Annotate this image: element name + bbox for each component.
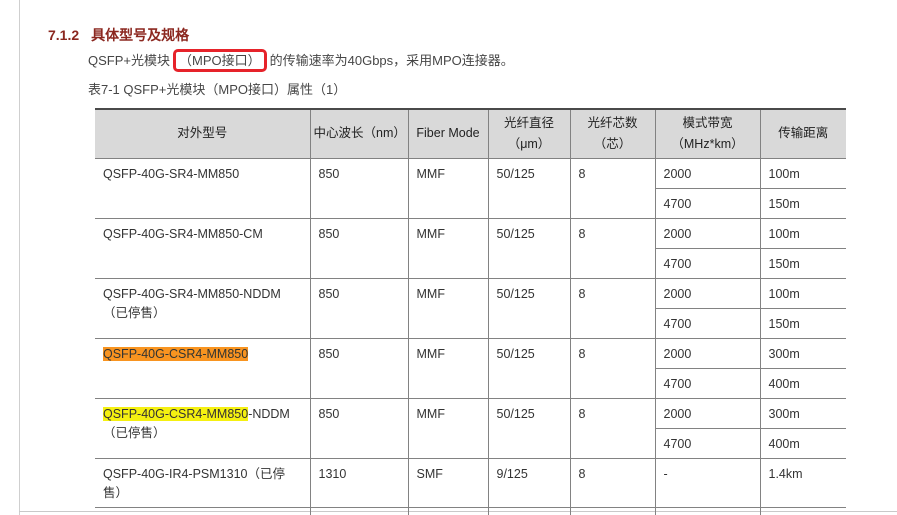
bandwidth-cell: 2000 [654,218,761,249]
cores-cell: 8 [569,278,656,339]
fiber-mode-cell: SMF [407,458,489,508]
table-row: QSFP-40G-IR4-PSM1310（已停售） 1310 SMF 9/125 8-1… [95,458,846,508]
header-bandwidth: 模式带宽（MHz*km） [654,108,761,159]
section-title: 具体型号及规格 [91,27,190,43]
bandwidth-cell: 4700 [654,428,761,459]
cores-cell: 8 [569,458,656,508]
diameter-cell: 50/125 [487,338,571,399]
header-distance: 传输距离 [759,108,846,159]
wavelength-cell: 1310 [309,458,409,508]
distance-cell: 400m [759,428,846,459]
paragraph-text-post: 的传输速率为40Gbps，采用MPO连接器。 [269,53,514,68]
distance-cell: 100m [759,218,846,249]
distance-cell: 150m [759,188,846,219]
table-row: QSFP-40G-SR4-MM850-CM 850 MMF 50/125 8 2000 10… [95,218,846,279]
bandwidth-cell: 2000 [654,278,761,309]
table-row: QSFP-40G-SR4-MM850 850 MMF 50/125 8 2000 100m [95,158,846,219]
distance-cell: 150m [759,308,846,339]
header-row: 对外型号 中心波长（nm） Fiber Mode 光纤直径（μm） 光纤芯数（芯… [95,108,846,159]
spec-table-header: 对外型号 中心波长（nm） Fiber Mode 光纤直径（μm） 光纤芯数（芯… [95,108,846,159]
distance-cell: 300m [759,338,846,369]
content-left-divider [19,0,20,515]
search-highlight: QSFP-40G-CSR4-MM850 [103,407,249,421]
model-cell: QSFP-40G-CSR4-MM850-NDDM （已停售） [95,398,311,459]
bandwidth-cell: 4700 [654,188,761,219]
model-cell: QSFP-40G-SR4-MM850-NDDM （已停售） [95,278,311,339]
bandwidth-cell: 2000 [654,158,761,189]
header-diameter: 光纤直径（μm） [487,108,571,159]
cores-cell: 8 [569,398,656,459]
cores-cell: 8 [569,158,656,219]
model-cell: QSFP-40G-SR4-MM850-CM [95,218,311,279]
diameter-cell: 50/125 [487,218,571,279]
fiber-mode-cell: MMF [407,398,489,459]
diameter-cell: 9/125 [487,458,571,508]
model-text: QSFP-40G-IR4-PSM1310（已停售） [103,467,285,500]
distance-cell: 10km [759,507,846,515]
cores-cell: 8 [569,507,656,515]
wavelength-cell: 850 [309,278,409,339]
model-cell: QSFP-40G-LR4-PSM1310 [95,507,311,515]
table-row: QSFP-40G-CSR4-MM850 850 MMF 50/125 8 2000 300m [95,338,846,399]
spec-table-body: QSFP-40G-SR4-MM850 850 MMF 50/125 8 2000 100m 4… [95,158,846,515]
fiber-mode-cell: MMF [407,278,489,339]
section-heading: 7.1.2 具体型号及规格 [48,25,189,45]
model-text: QSFP-40G-SR4-MM850-CM [103,227,263,241]
bandwidth-cell: 4700 [654,248,761,279]
cores-cell: 8 [569,338,656,399]
diameter-cell: 9/125 [487,507,571,515]
table-row: QSFP-40G-CSR4-MM850-NDDM （已停售） 850 MMF 50/1… [95,398,846,459]
distance-cell: 1.4km [759,458,846,508]
distance-cell: 150m [759,248,846,279]
spec-table: 对外型号 中心波长（nm） Fiber Mode 光纤直径（μm） 光纤芯数（芯… [95,108,846,515]
wavelength-cell: 850 [309,158,409,219]
header-wavelength: 中心波长（nm） [309,108,409,159]
bandwidth-cell: 4700 [654,308,761,339]
model-cell: QSFP-40G-IR4-PSM1310（已停售） [95,458,311,508]
intro-paragraph: QSFP+光模块 （MPO接口） 的传输速率为40Gbps，采用MPO连接器。 [88,49,514,72]
distance-cell: 400m [759,368,846,399]
wavelength-cell: 1310 [309,507,409,515]
paragraph-text-pre: QSFP+光模块 [88,53,170,68]
model-cell: QSFP-40G-SR4-MM850 [95,158,311,219]
wavelength-cell: 850 [309,398,409,459]
bandwidth-cell: - [654,507,761,515]
model-text: QSFP-40G-SR4-MM850 [103,167,240,181]
header-fiber-mode: Fiber Mode [407,108,489,159]
fiber-mode-cell: MMF [407,218,489,279]
model-cell: QSFP-40G-CSR4-MM850 [95,338,311,399]
table-row: QSFP-40G-SR4-MM850-NDDM （已停售） 850 MMF 50/12… [95,278,846,339]
model-text: QSFP-40G-SR4-MM850-NDDM （已停售） [103,287,281,320]
bandwidth-cell: 4700 [654,368,761,399]
table-caption: 表7-1 QSFP+光模块（MPO接口）属性（1） [88,82,347,97]
table-row: QSFP-40G-LR4-PSM13101310SMF9/1258-10km [95,507,846,515]
wavelength-cell: 850 [309,218,409,279]
cores-cell: 8 [569,218,656,279]
diameter-cell: 50/125 [487,158,571,219]
mpo-annotation-text: （MPO接口） [179,53,261,68]
fiber-mode-cell: SMF [407,507,489,515]
diameter-cell: 50/125 [487,278,571,339]
header-model: 对外型号 [95,108,311,159]
mpo-annotation-box: （MPO接口） [173,49,267,72]
diameter-cell: 50/125 [487,398,571,459]
bandwidth-cell: 2000 [654,398,761,429]
header-cores: 光纤芯数（芯） [569,108,656,159]
distance-cell: 100m [759,278,846,309]
search-highlight-active: QSFP-40G-CSR4-MM850 [103,347,249,361]
wavelength-cell: 850 [309,338,409,399]
fiber-mode-cell: MMF [407,158,489,219]
distance-cell: 100m [759,158,846,189]
section-number: 7.1.2 [48,27,80,43]
fiber-mode-cell: MMF [407,338,489,399]
distance-cell: 300m [759,398,846,429]
bandwidth-cell: - [654,458,761,508]
document-page: 7.1.2 具体型号及规格 QSFP+光模块 （MPO接口） 的传输速率为40Gbps… [0,0,897,515]
bandwidth-cell: 2000 [654,338,761,369]
